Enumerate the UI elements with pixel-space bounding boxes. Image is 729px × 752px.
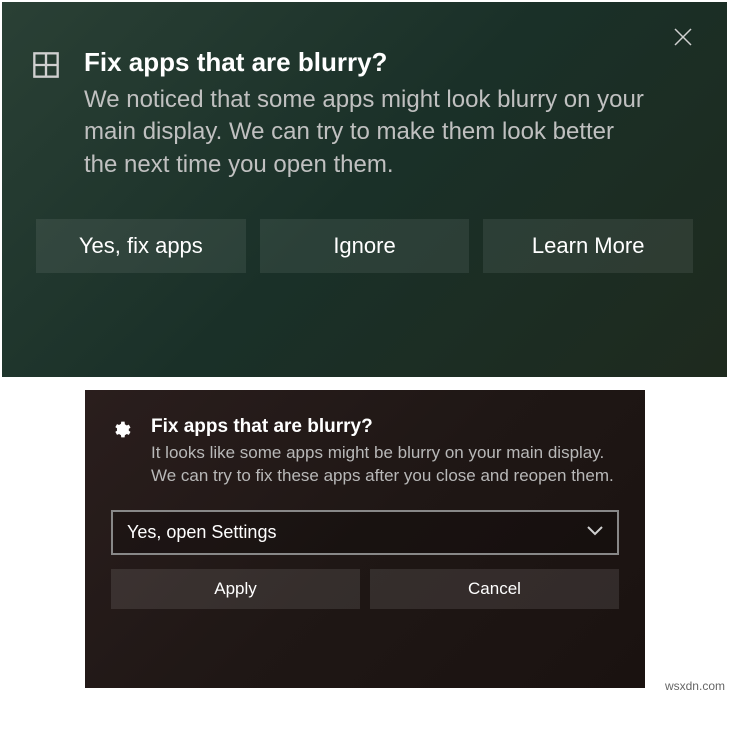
yes-fix-apps-button[interactable]: Yes, fix apps [36,219,246,273]
button-row: Yes, fix apps Ignore Learn More [32,219,697,273]
blurry-apps-notification-large: Fix apps that are blurry? We noticed tha… [2,2,727,377]
notification-content: Fix apps that are blurry? We noticed tha… [84,47,697,181]
close-button[interactable] [673,27,697,51]
notification-title: Fix apps that are blurry? [84,47,647,78]
notification-header: Fix apps that are blurry? We noticed tha… [32,22,697,181]
dropdown-selected-label: Yes, open Settings [127,522,276,543]
ignore-button[interactable]: Ignore [260,219,470,273]
gear-icon [111,420,131,440]
blurry-apps-notification-small: Fix apps that are blurry? It looks like … [85,390,645,688]
notification-content: Fix apps that are blurry? It looks like … [151,416,619,488]
button-row: Apply Cancel [111,569,619,609]
cancel-button[interactable]: Cancel [370,569,619,609]
grid-icon [32,51,60,79]
learn-more-button[interactable]: Learn More [483,219,693,273]
notification-title: Fix apps that are blurry? [151,416,619,438]
notification-body: We noticed that some apps might look blu… [84,84,647,181]
chevron-down-icon [587,523,603,541]
close-icon [673,27,693,47]
action-dropdown[interactable]: Yes, open Settings [111,510,619,555]
apply-button[interactable]: Apply [111,569,360,609]
notification-header: Fix apps that are blurry? It looks like … [111,410,619,488]
notification-body: It looks like some apps might be blurry … [151,442,619,488]
watermark: wsxdn.com [663,678,727,694]
